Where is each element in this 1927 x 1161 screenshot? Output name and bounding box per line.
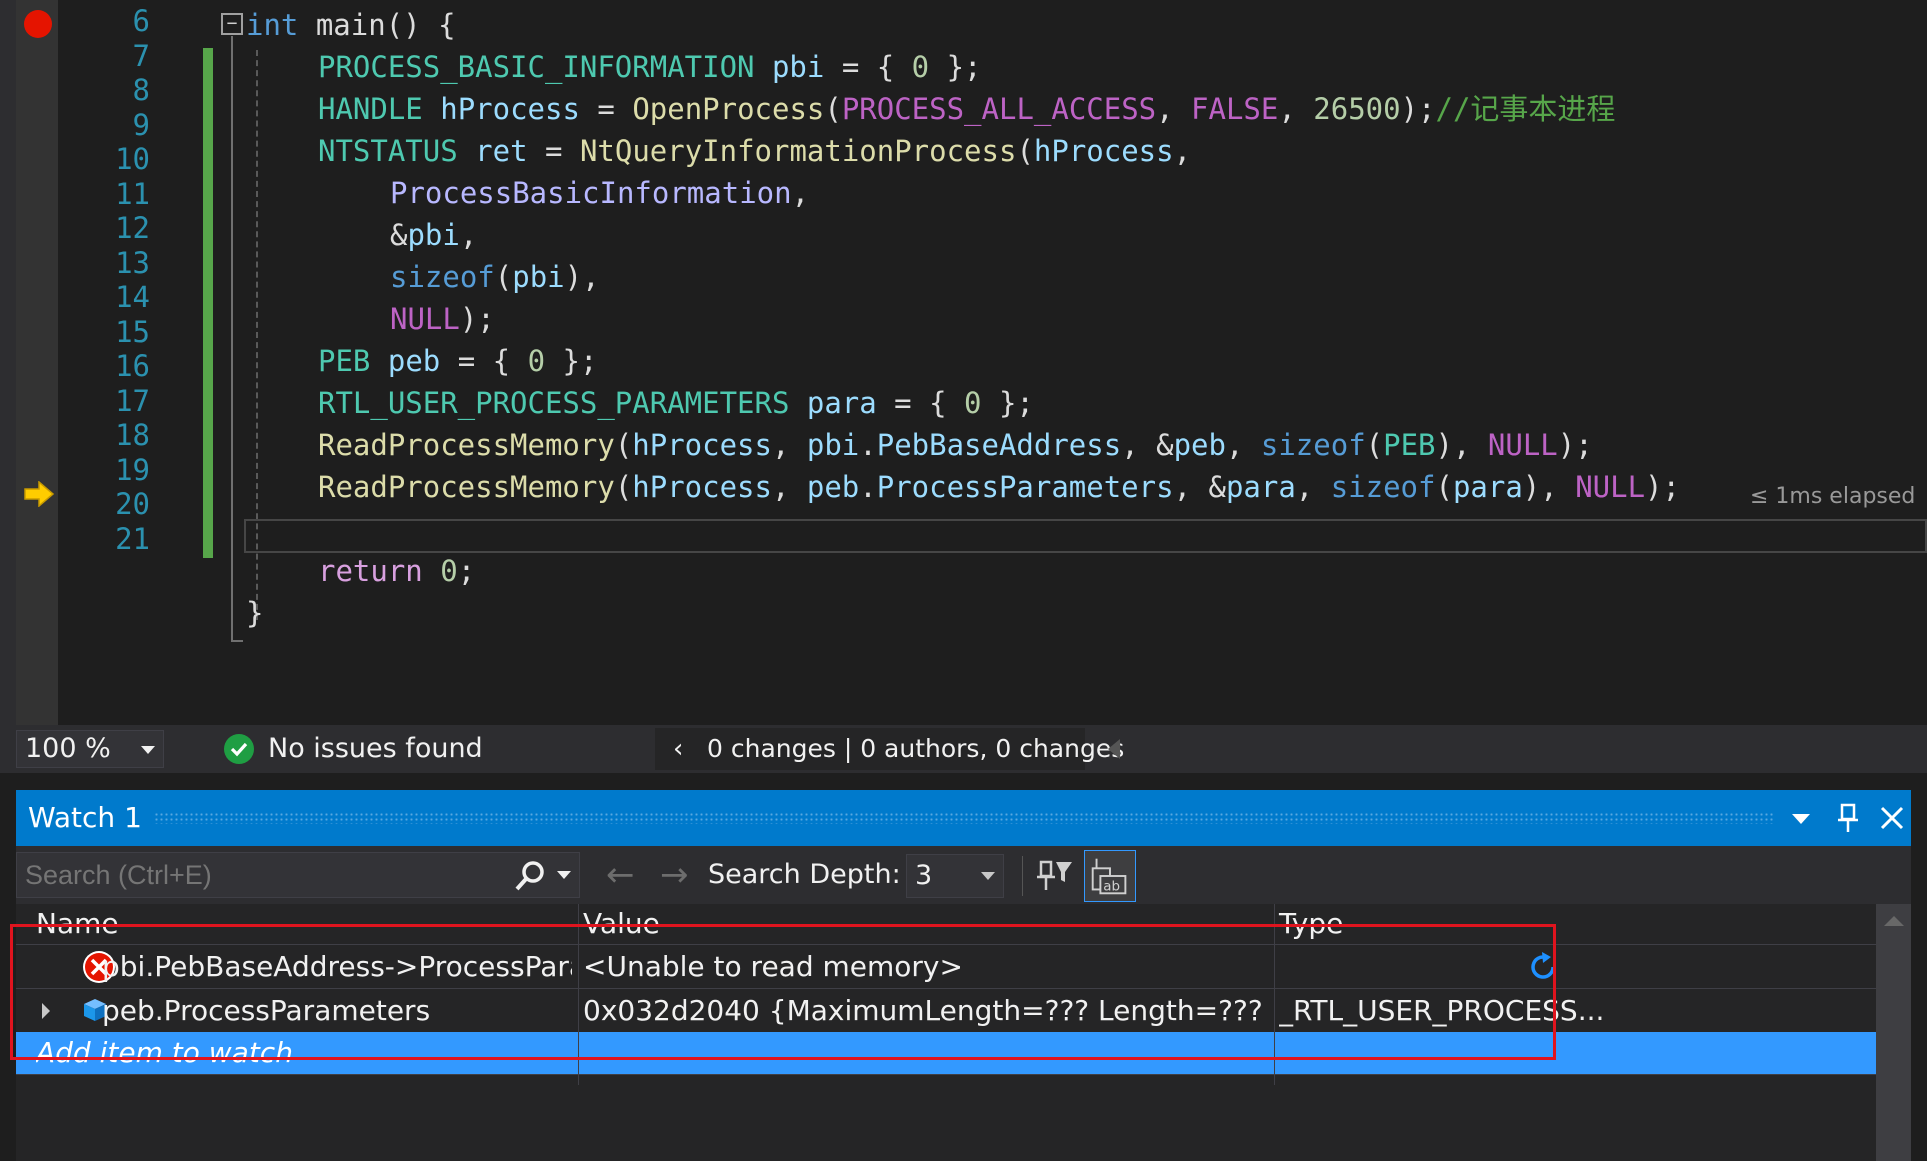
close-icon[interactable] xyxy=(1876,802,1908,834)
code-line-15[interactable]: RTL_USER_PROCESS_PARAMETERS para = { 0 }… xyxy=(318,382,1034,424)
changes-summary: 0 changes | 0 authors, 0 changes xyxy=(707,734,1125,763)
code-line-9[interactable]: NTSTATUS ret = NtQueryInformationProcess… xyxy=(318,130,1191,172)
chevron-down-icon xyxy=(141,746,155,754)
code-line-20[interactable]: } xyxy=(246,592,263,634)
watch-search-input[interactable] xyxy=(25,853,495,897)
scroll-up-icon[interactable] xyxy=(1884,916,1904,926)
arrow-left-icon[interactable]: ← xyxy=(606,856,635,894)
search-depth-label: Search Depth: xyxy=(708,859,901,890)
change-tracking-bar xyxy=(203,48,213,558)
issues-status[interactable]: No issues found xyxy=(268,725,483,773)
search-depth-value: 3 xyxy=(915,860,933,891)
editor-status-bar: 100 % No issues found ‹ 0 changes | 0 au… xyxy=(0,725,1927,773)
title-grip[interactable] xyxy=(154,812,1774,824)
svg-text:ab: ab xyxy=(1103,879,1120,894)
vertical-scrollbar[interactable] xyxy=(1876,904,1911,1161)
collapse-icon[interactable]: − xyxy=(221,13,243,35)
watch-toolbar: ← → Search Depth: 3 ab xyxy=(16,846,1911,904)
glyph-margin[interactable] xyxy=(16,0,58,725)
git-changes-indicator[interactable]: ‹ 0 changes | 0 authors, 0 changes xyxy=(655,728,1124,770)
chevron-down-icon[interactable] xyxy=(557,871,571,879)
pin-filter-icon[interactable] xyxy=(1034,854,1076,896)
scroll-left-icon[interactable] xyxy=(1108,739,1120,759)
code-line-17[interactable]: ReadProcessMemory(hProcess, peb.ProcessP… xyxy=(318,466,1680,508)
perf-tip-elapsed[interactable]: ≤ 1ms elapsed xyxy=(1750,482,1915,512)
fold-guide xyxy=(231,36,233,641)
code-line-7[interactable]: PROCESS_BASIC_INFORMATION pbi = { 0 }; xyxy=(318,46,982,88)
watch-search-box[interactable] xyxy=(16,852,580,898)
watch-title: Watch 1 xyxy=(28,801,142,834)
code-line-16[interactable]: ReadProcessMemory(hProcess, pbi.PebBaseA… xyxy=(318,424,1593,466)
search-depth-dropdown[interactable]: 3 xyxy=(906,854,1004,898)
code-line-14[interactable]: PEB peb = { 0 }; xyxy=(318,340,597,382)
chevron-left-icon[interactable]: ‹ xyxy=(673,728,683,770)
toolbar-separator xyxy=(1022,856,1023,896)
code-editor[interactable]: 6 7 8 9 10 11 12 13 14 15 16 17 18 19 20… xyxy=(0,0,1927,725)
zoom-dropdown[interactable]: 100 % xyxy=(16,730,164,768)
line-number: 21 xyxy=(115,522,150,556)
code-line-19[interactable]: return 0; xyxy=(318,550,475,592)
code-line-11[interactable]: &pbi, xyxy=(390,214,477,256)
grid-divider xyxy=(16,1074,1876,1075)
watch-window: Watch 1 ← → Search Depth: 3 xyxy=(10,790,1911,1161)
chevron-down-icon xyxy=(981,872,995,880)
current-line-highlight xyxy=(244,519,1927,553)
fold-guide-end xyxy=(231,640,243,642)
window-menu-icon[interactable] xyxy=(1792,814,1810,824)
search-icon[interactable] xyxy=(513,859,547,893)
code-line-13[interactable]: NULL); xyxy=(390,298,495,340)
arrow-right-icon[interactable]: → xyxy=(660,856,689,894)
code-line-12[interactable]: sizeof(pbi), xyxy=(390,256,600,298)
expression-tab-icon[interactable]: ab xyxy=(1084,850,1136,902)
annotation-highlight xyxy=(10,924,1556,1060)
editor-left-strip xyxy=(0,0,16,725)
code-line-8[interactable]: HANDLE hProcess = OpenProcess(PROCESS_AL… xyxy=(318,88,1615,130)
pin-icon[interactable] xyxy=(1836,802,1860,834)
breakpoint-icon[interactable] xyxy=(24,10,52,38)
check-circle-icon xyxy=(224,734,254,764)
execution-pointer-icon[interactable] xyxy=(23,481,55,507)
code-line-10[interactable]: ProcessBasicInformation, xyxy=(390,172,809,214)
watch-grid: Name Value Type pbi.PebBaseAddress->Proc… xyxy=(10,904,1876,1161)
zoom-level: 100 % xyxy=(25,733,111,764)
code-line-6[interactable]: int main() { xyxy=(246,4,456,46)
watch-title-bar[interactable]: Watch 1 xyxy=(16,790,1911,846)
